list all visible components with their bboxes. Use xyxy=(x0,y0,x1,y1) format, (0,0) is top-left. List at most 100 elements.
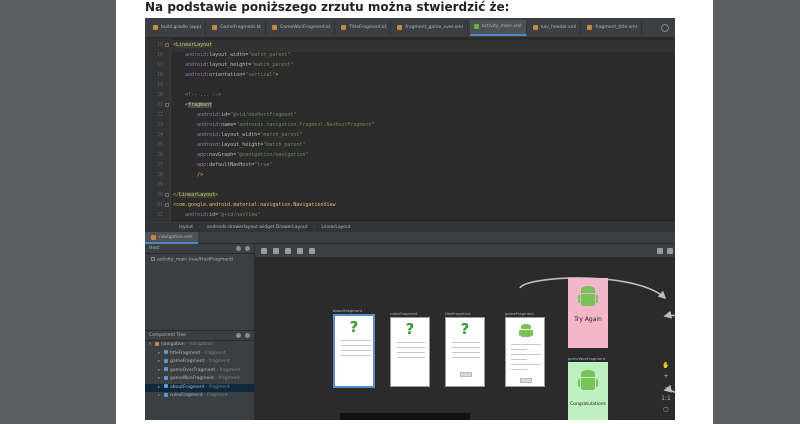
warning-icon[interactable] xyxy=(667,248,673,254)
editor-tab[interactable]: nav_header.xml xyxy=(529,19,582,36)
destination-aboutFragment[interactable]: ? xyxy=(333,314,375,388)
editor-tab[interactable]: GameWonFragment.kt xyxy=(268,19,336,36)
android-head xyxy=(580,370,596,378)
editor-tab-bar: build.gradle (app) GameFragment.kt GameWon… xyxy=(145,18,675,38)
android-body xyxy=(580,294,596,306)
editor-tab-label: GameWonFragment.kt xyxy=(279,25,331,30)
home-icon[interactable] xyxy=(285,248,291,254)
editor-tab-label: activity_main.xml xyxy=(481,24,522,29)
destination-gameWonFragment[interactable]: Congratulations xyxy=(568,362,608,420)
code-token: android xyxy=(173,62,207,68)
android-arm xyxy=(595,378,598,387)
code-token: :navGraph= xyxy=(206,152,237,158)
tree-item[interactable]: ▸ aboutFragment - fragment xyxy=(145,383,254,392)
editor-tab[interactable]: activity_main.xml xyxy=(469,19,527,36)
help-icon[interactable] xyxy=(657,248,663,254)
panel-settings-icon[interactable] xyxy=(236,246,241,251)
host-item[interactable]: activity_main (nav/HostFragment) xyxy=(145,254,254,266)
code-token: :layout_width= xyxy=(206,52,249,58)
fold-marker-icon[interactable] xyxy=(165,193,169,197)
component-tree-title: Component Tree xyxy=(149,333,186,338)
editor-tab[interactable]: fragment_game_over.xml xyxy=(393,19,468,36)
fold-marker-icon[interactable] xyxy=(165,103,169,107)
code-token: /> xyxy=(173,172,204,178)
question-mark-icon: ? xyxy=(405,320,415,338)
code-token: "@navigation/navigation" xyxy=(236,152,309,158)
editor-tab-label: fragment_title.xml xyxy=(595,25,637,30)
code-token: android xyxy=(173,212,207,218)
code-token: :defaultNavHost= xyxy=(206,162,255,168)
destination-titleFragment[interactable]: ? xyxy=(445,317,485,387)
destination-label: aboutFragment xyxy=(333,308,363,313)
android-arm xyxy=(519,330,521,336)
tree-item[interactable]: ▾ navigation - navigation xyxy=(145,341,254,350)
text-placeholder xyxy=(397,352,425,354)
android-body xyxy=(521,329,531,338)
code-token: android xyxy=(173,142,219,148)
tree-item[interactable]: ▸ gameWonFragment - fragment xyxy=(145,375,254,384)
tree-minimize-icon[interactable] xyxy=(245,333,250,338)
question-text: Na podstawie poniższego zrzutu można stw… xyxy=(145,0,510,14)
tree-item[interactable]: ▸ rulesFragment - fragment xyxy=(145,392,254,401)
navigation-graph-canvas[interactable]: aboutFragment? rulesFragment? titleFragmen… xyxy=(255,244,675,420)
code-token: app xyxy=(173,162,207,168)
zoom-control[interactable]: 1:1 xyxy=(661,395,671,403)
tab-navigation-xml[interactable]: navigation.xml xyxy=(145,232,199,244)
tree-item[interactable]: ▸ titleFragment - fragment xyxy=(145,350,254,359)
editor-tab[interactable]: build.gradle (app) xyxy=(149,19,207,36)
text-placeholder xyxy=(511,359,527,361)
code-token: <!-- ... --> xyxy=(173,92,222,98)
fragment-icon xyxy=(164,375,168,380)
text-placeholder xyxy=(511,344,541,346)
android-studio-screenshot: build.gradle (app) GameFragment.kt GameWon… xyxy=(145,18,675,420)
text-placeholder xyxy=(341,355,371,357)
text-placeholder xyxy=(511,369,527,371)
code-editor[interactable]: 15 <LinearLayout 16 android:layout_width="… xyxy=(145,38,675,222)
text-placeholder xyxy=(341,350,371,352)
zoom-control[interactable]: - xyxy=(665,384,667,392)
new-destination-icon[interactable] xyxy=(261,248,267,254)
tree-item[interactable]: ▸ gameOverFragment - fragment xyxy=(145,367,254,376)
settings-gear-icon[interactable] xyxy=(661,23,669,32)
code-token: "@+id/navView" xyxy=(218,212,261,218)
nested-graph-icon[interactable] xyxy=(273,248,279,254)
fit-screen-icon[interactable]: ▢ xyxy=(663,406,669,414)
destination-rulesFragment[interactable]: ? xyxy=(390,317,430,387)
search-icon[interactable] xyxy=(309,248,315,254)
breadcrumb-item[interactable]: layout xyxy=(179,225,193,230)
android-arm xyxy=(578,294,581,303)
editor-tab[interactable]: GameFragment.kt xyxy=(208,19,266,36)
tree-item-name: gameFragment xyxy=(170,359,205,364)
result-text: Congratulations xyxy=(570,402,606,407)
component-tree: ▾ navigation - navigation ▸ titleFragment -… xyxy=(145,341,254,401)
editor-tab[interactable]: TitleFragment.kt xyxy=(337,19,392,36)
host-item-label: activity_main (nav/HostFragment) xyxy=(157,257,234,263)
editor-tab[interactable]: fragment_title.xml xyxy=(583,19,642,36)
destination-gameFragment[interactable] xyxy=(505,317,545,387)
button-placeholder xyxy=(520,378,532,383)
pan-hand-icon[interactable]: ✋ xyxy=(662,362,669,370)
tree-item[interactable]: ▸ gameFragment - fragment xyxy=(145,358,254,367)
code-token: android xyxy=(173,112,219,118)
code-token: :layout_width= xyxy=(218,132,261,138)
file-type-icon xyxy=(587,25,593,30)
fold-marker-icon[interactable] xyxy=(165,203,169,207)
text-placeholder xyxy=(341,340,371,342)
android-head xyxy=(521,324,531,329)
zoom-control[interactable]: + xyxy=(663,373,668,381)
tree-item-name: rulesFragment xyxy=(170,393,203,398)
tab-label: navigation.xml xyxy=(159,234,193,240)
file-type-icon xyxy=(212,25,218,30)
navigation-graph-icon xyxy=(155,341,159,346)
host-panel-title: Host xyxy=(149,246,160,251)
code-token: <com.google.android.material.navigation.… xyxy=(173,202,336,208)
editor-tab-label: fragment_game_over.xml xyxy=(405,25,463,30)
fold-marker-icon[interactable] xyxy=(165,43,169,47)
breadcrumb-item[interactable]: LinearLayout xyxy=(321,225,350,230)
tree-settings-icon[interactable] xyxy=(236,333,241,338)
code-token: "@+id/navHostFragment" xyxy=(230,112,297,118)
link-icon[interactable] xyxy=(297,248,303,254)
breadcrumb-item[interactable]: androidx.drawerlayout.widget.DrawerLayou… xyxy=(207,225,308,230)
destination-gameOverFragment[interactable]: Try Again xyxy=(568,278,608,348)
panel-minimize-icon[interactable] xyxy=(245,246,250,251)
